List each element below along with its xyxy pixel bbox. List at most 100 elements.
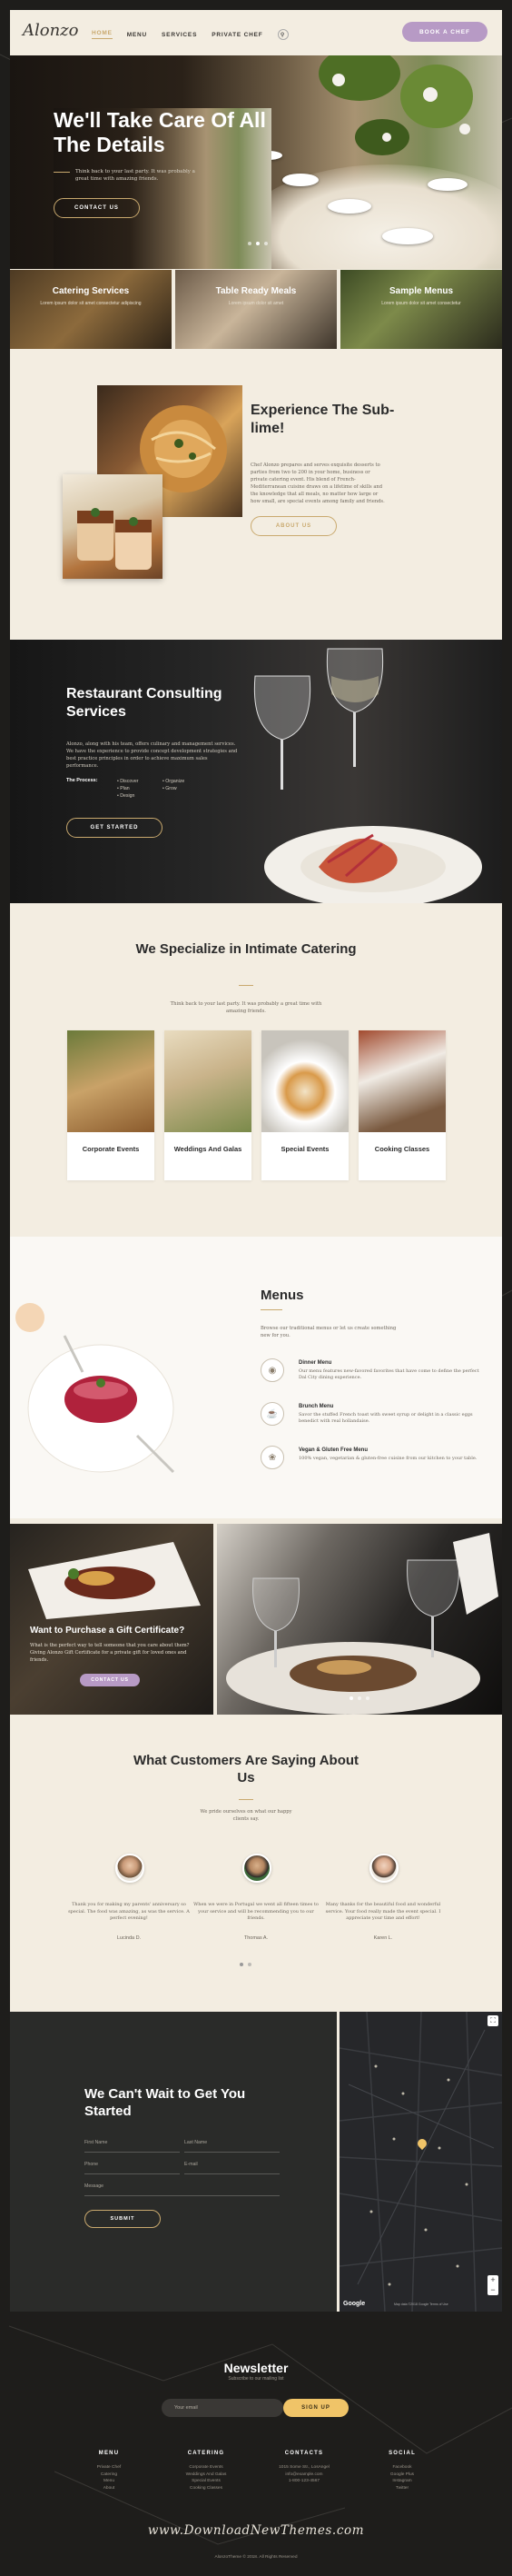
card-image — [261, 1030, 349, 1132]
avatar — [115, 1854, 144, 1883]
footer-link[interactable]: Weddings And Galas — [165, 2472, 247, 2479]
slider-dot[interactable] — [248, 1963, 251, 1966]
footer-link[interactable]: Google Plus — [361, 2472, 443, 2479]
footer-phone[interactable]: 1-800-123-4567 — [263, 2478, 345, 2485]
gallery-slider[interactable] — [217, 1524, 502, 1715]
sign-up-button[interactable]: SIGN UP — [283, 2399, 349, 2417]
footer-link[interactable]: About — [68, 2485, 150, 2492]
message-field[interactable]: Message — [84, 2183, 280, 2196]
slider-dot[interactable] — [350, 1696, 353, 1700]
card-corporate-events[interactable]: Corporate Events — [67, 1030, 154, 1180]
footer-link[interactable]: Private Chef — [68, 2464, 150, 2472]
book-chef-button[interactable]: BOOK A CHEF — [402, 22, 487, 42]
watermark: www.DownloadNewThemes.com — [147, 2523, 365, 2538]
testimonial-dots — [240, 1963, 251, 1966]
get-started-button[interactable]: GET STARTED — [66, 818, 162, 838]
zoom-control[interactable]: + − — [487, 2275, 498, 2295]
gift-dish-image — [28, 1542, 201, 1619]
specialize-title: We Specialize in Intimate Catering — [135, 941, 357, 957]
menu-item-dinner[interactable]: ◉ Dinner Menu Our menu features new-favo… — [261, 1358, 479, 1395]
menu-item-vegan[interactable]: ❀ Vegan & Gluten Free Menu 100% vegan, v… — [261, 1446, 478, 1482]
menu-item-title: Brunch Menu — [299, 1404, 334, 1409]
footer-link[interactable]: Menu — [68, 2478, 150, 2485]
card-image — [359, 1030, 446, 1132]
testimonial-name: Lucinda D. — [116, 1935, 142, 1941]
footer-link[interactable]: Cooking Classes — [165, 2485, 247, 2492]
footer-heading: SOCIAL — [389, 2451, 416, 2456]
slider-dot[interactable] — [366, 1696, 369, 1700]
contact-title: We Can't Wait to Get You Started — [84, 2086, 246, 2119]
hero-quote: Think back to your last party. It was pr… — [75, 169, 195, 182]
footer-link[interactable]: Corporate Events — [165, 2464, 247, 2472]
first-name-field[interactable]: First Name — [84, 2140, 180, 2153]
hero-contact-button[interactable]: CONTACT US — [54, 198, 140, 218]
divider — [239, 1799, 253, 1800]
menu-item-desc: Our menu features new-favored favorites … — [299, 1368, 479, 1380]
about-us-button[interactable]: ABOUT US — [251, 516, 337, 536]
testimonial: Many thanks for the beautiful food and w… — [320, 1854, 447, 1954]
footer-email[interactable]: info@example.com — [263, 2472, 345, 2479]
newsletter-email-input[interactable]: Your email — [162, 2399, 283, 2417]
footer-link[interactable]: Special Events — [165, 2478, 247, 2485]
tile-catering[interactable]: Catering Services Lorem ipsum dolor sit … — [10, 270, 172, 349]
submit-button[interactable]: SUBMIT — [84, 2210, 161, 2228]
nav-menu[interactable]: MENU — [127, 32, 147, 38]
slider-dot[interactable] — [248, 242, 251, 245]
consulting-section: Restaurant Consulting Services Alonzo, a… — [10, 640, 502, 903]
search-icon[interactable]: ⚲ — [277, 29, 289, 40]
nav-home[interactable]: HOME — [92, 30, 113, 39]
card-weddings[interactable]: Weddings And Galas — [164, 1030, 251, 1180]
menus-title: Menus — [261, 1288, 304, 1303]
footer-col-contacts: CONTACTS 1015 Some Str., LosAngel info@e… — [263, 2451, 345, 2485]
main-nav: HOME MENU SERVICES PRIVATE CHEF ⚲ — [92, 29, 289, 40]
card-title: Weddings And Galas — [173, 1145, 242, 1153]
experience-title: Experience The Sub-lime! — [251, 403, 395, 436]
brunch-icon: ☕ — [261, 1402, 284, 1426]
email-field[interactable]: E-mail — [184, 2162, 280, 2174]
process-item: • Organize — [162, 779, 185, 784]
slider-dot[interactable] — [240, 1963, 243, 1966]
divider — [239, 985, 253, 986]
last-name-field[interactable]: Last Name — [184, 2140, 280, 2153]
site-logo[interactable]: Alonzo — [23, 21, 79, 40]
nav-services[interactable]: SERVICES — [162, 32, 197, 38]
menu-item-title: Dinner Menu — [299, 1360, 332, 1366]
card-special-events[interactable]: Special Events — [261, 1030, 349, 1180]
phone-field[interactable]: Phone — [84, 2162, 180, 2174]
fullscreen-icon[interactable]: ⛶ — [487, 2015, 498, 2026]
footer-heading: CONTACTS — [284, 2451, 324, 2456]
card-image — [164, 1030, 251, 1132]
footer-link[interactable]: Catering — [68, 2472, 150, 2479]
gift-contact-button[interactable]: CONTACT US — [80, 1674, 140, 1686]
testimonial-name: Thomas A. — [243, 1935, 269, 1941]
field-label: Message — [84, 2183, 104, 2189]
wine-dinner-image — [253, 648, 482, 903]
card-cooking-classes[interactable]: Cooking Classes — [359, 1030, 446, 1180]
map-roads — [340, 2012, 502, 2312]
slider-dot[interactable] — [256, 242, 260, 245]
tile-sample-menus[interactable]: Sample Menus Lorem ipsum dolor sit amet … — [340, 270, 502, 349]
footer-link[interactable]: Instagram — [361, 2478, 443, 2485]
slider-dot[interactable] — [358, 1696, 361, 1700]
card-image — [67, 1030, 154, 1132]
menu-item-brunch[interactable]: ☕ Brunch Menu Savor the stuffed French t… — [261, 1402, 478, 1438]
slider-dot[interactable] — [264, 242, 268, 245]
testimonial-quote: When we were in Portugal we went all fif… — [193, 1902, 319, 1921]
hero-divider — [54, 172, 70, 173]
tile-desc: Lorem ipsum dolor sit amet consectetur — [381, 301, 461, 306]
map[interactable]: ⛶ + − Google Map data ©2018 Google Terms … — [340, 2012, 502, 2312]
footer-link[interactable]: Twitter — [361, 2485, 443, 2492]
footer-col-catering: CATERING Corporate Events Weddings And G… — [165, 2451, 247, 2491]
field-label: Phone — [84, 2162, 99, 2167]
footer-link[interactable]: Facebook — [361, 2464, 443, 2472]
testimonial: Thank you for making my parents' anniver… — [65, 1854, 192, 1954]
process-label: The Process: — [66, 778, 98, 783]
process-item: • Plan — [117, 786, 130, 791]
footer-col-menu: MENU Private Chef Catering Menu About — [68, 2451, 150, 2491]
nav-private-chef[interactable]: PRIVATE CHEF — [212, 32, 262, 38]
divider — [261, 1309, 282, 1310]
avatar — [242, 1854, 271, 1883]
footer-heading: MENU — [98, 2451, 120, 2456]
menu-item-desc: Savor the stuffed French toast with swee… — [299, 1412, 473, 1424]
tile-table-ready[interactable]: Table Ready Meals Lorem ipsum dolor sit … — [175, 270, 337, 349]
